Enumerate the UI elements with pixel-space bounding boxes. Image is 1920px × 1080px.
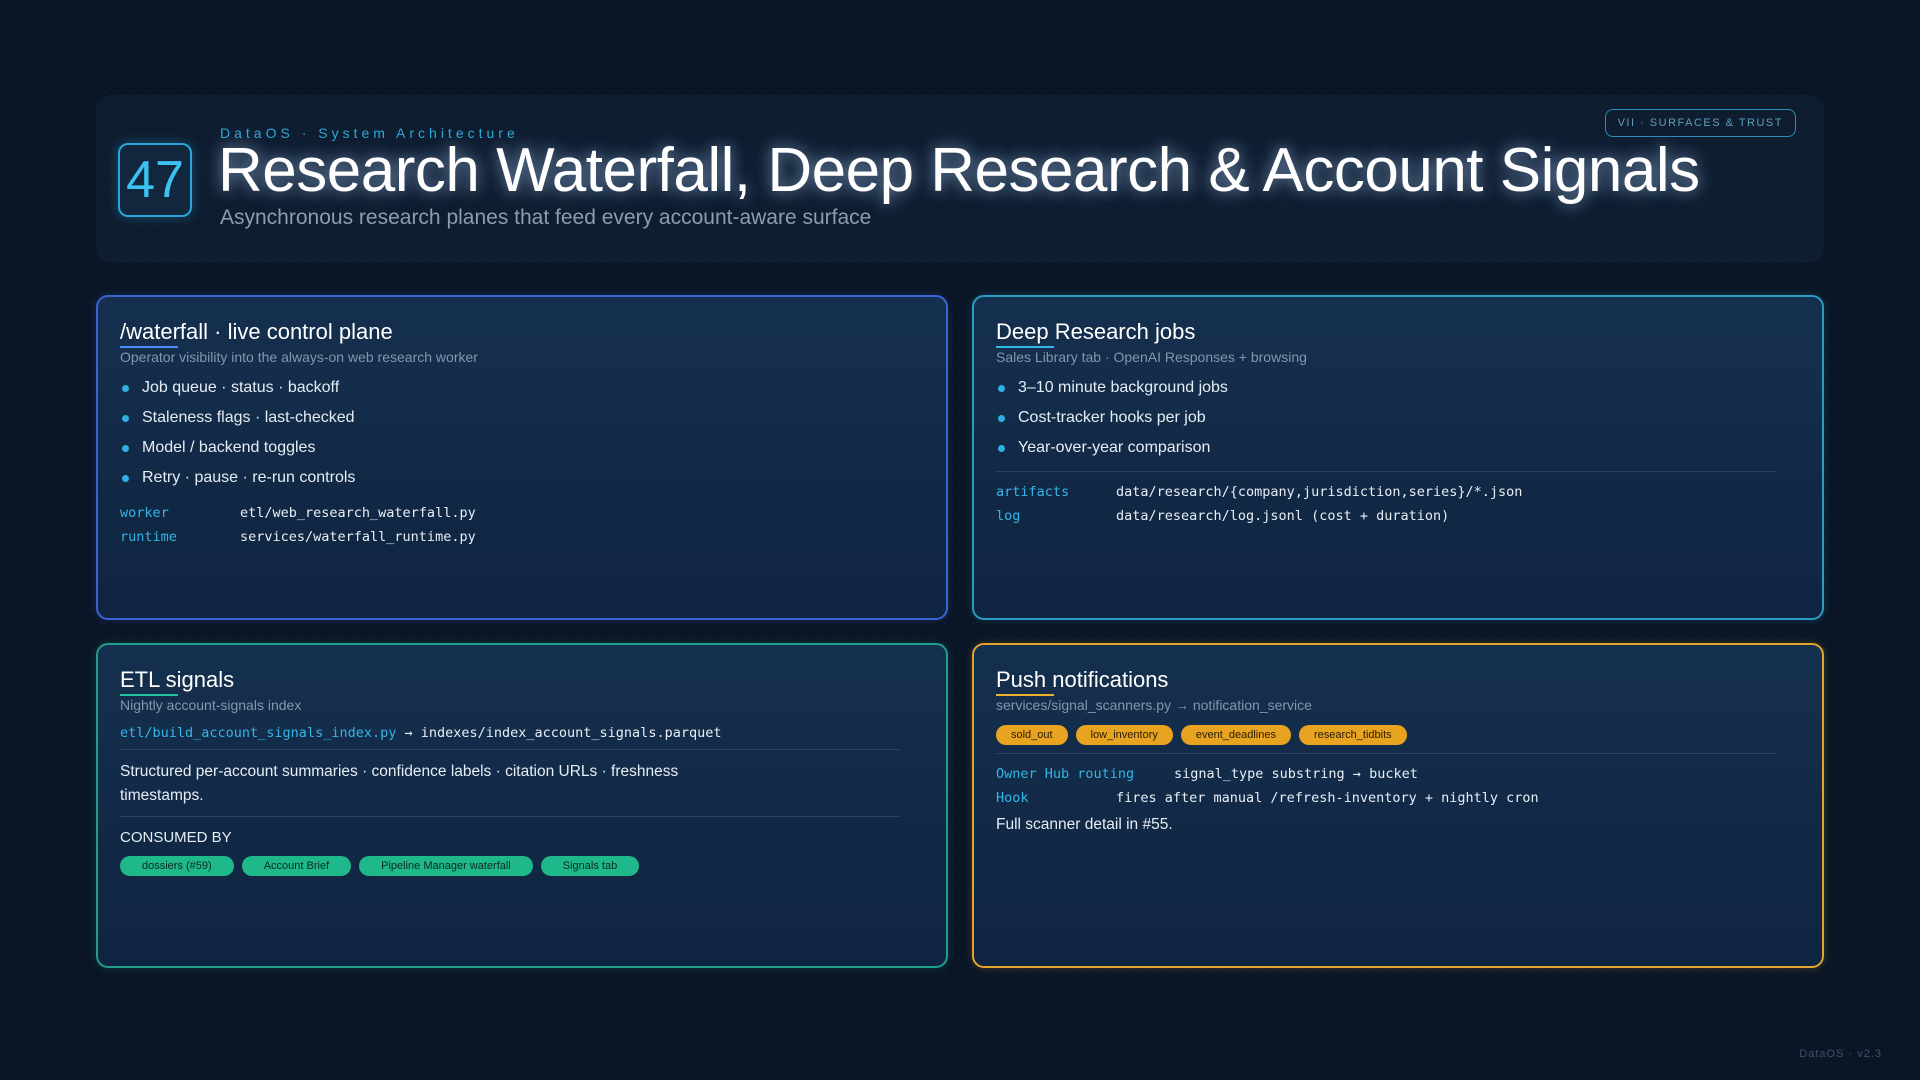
kv-value: fires after manual /refresh-inventory + … [1116,790,1539,806]
kv-key: runtime [120,529,177,545]
kv-key: worker [120,505,169,521]
signal-tag: research_tidbits [1298,725,1407,745]
consumer-tag: Signals tab [540,856,640,876]
note-text: Full scanner detail in #55. [996,816,1173,833]
signal-tags: sold_out low_inventory event_deadlines r… [996,725,1800,745]
deep-research-card: Deep Research jobs Sales Library tab · O… [972,295,1824,620]
card-title: Deep Research jobs [996,319,1196,348]
signal-tag: event_deadlines [1180,725,1291,745]
signal-tag: sold_out [996,725,1068,745]
kv-key: log [996,508,1021,524]
slide-header: 47 DataOS · System Architecture Research… [96,95,1824,263]
waterfall-card: /waterfall · live control plane Operator… [96,295,948,620]
kv-row: Hook fires after manual /refresh-invento… [996,786,1800,810]
source-path: etl/build_account_signals_index.py [120,725,397,741]
card-title: Push notifications [996,667,1169,696]
kv-row: artifacts data/research/{company,jurisdi… [996,480,1800,504]
index-path: etl/build_account_signals_index.py → ind… [120,725,924,741]
kv-value: data/research/log.jsonl (cost + duration… [1116,508,1450,524]
etl-signals-card: ETL signals Nightly account-signals inde… [96,643,948,968]
kv-row: worker etl/web_research_waterfall.py [120,501,924,525]
kv-value: signal_type substring → bucket [1174,766,1418,782]
key-value-list: worker etl/web_research_waterfall.py run… [120,501,924,549]
consumer-tag: Account Brief [241,856,352,876]
card-title: ETL signals [120,667,235,696]
list-item: Retry · pause · re-run controls [120,463,924,493]
kv-row: runtime services/waterfall_runtime.py [120,525,924,549]
consumed-by-label: CONSUMED BY [120,829,232,846]
kv-row: log data/research/log.jsonl (cost + dura… [996,504,1800,528]
signal-tag: low_inventory [1075,725,1173,745]
list-item: Cost-tracker hooks per job [996,403,1800,433]
card-subtitle: Nightly account-signals index [120,697,302,713]
list-item: Model / backend toggles [120,433,924,463]
bullet-list: Job queue · status · backoff Staleness f… [120,373,924,493]
list-item: Staleness flags · last-checked [120,403,924,433]
kv-key: artifacts [996,484,1070,500]
key-value-list: artifacts data/research/{company,jurisdi… [996,480,1800,528]
kv-value: services/waterfall_runtime.py [240,529,476,545]
list-item: 3–10 minute background jobs [996,373,1800,403]
footer-version: DataOS · v2.3 [1799,1048,1882,1060]
card-subtitle: Sales Library tab · OpenAI Responses + b… [996,349,1307,365]
list-item: Job queue · status · backoff [120,373,924,403]
divider [120,749,900,750]
push-notifications-card: Push notifications services/signal_scann… [972,643,1824,968]
kv-key: Hook [996,790,1029,806]
description-text: Structured per-account summaries · confi… [120,763,679,804]
card-subtitle: Operator visibility into the always-on w… [120,349,478,365]
slide-number: 47 [118,143,192,217]
page-title: Research Waterfall, Deep Research & Acco… [218,136,1700,205]
card-title: /waterfall · live control plane [120,319,393,348]
key-value-list: Owner Hub routing signal_type substring … [996,762,1800,810]
divider [996,753,1776,754]
destination-path: → indexes/index_account_signals.parquet [404,725,722,741]
divider [120,816,900,817]
kv-value: etl/web_research_waterfall.py [240,505,476,521]
consumer-tag: dossiers (#59) [120,856,234,876]
list-item: Year-over-year comparison [996,433,1800,463]
card-subtitle: services/signal_scanners.py → notificati… [996,697,1312,713]
bullet-list: 3–10 minute background jobs Cost-tracker… [996,373,1800,463]
consumer-tags: dossiers (#59) Account Brief Pipeline Ma… [120,856,924,876]
kv-key: Owner Hub routing [996,766,1135,782]
kv-value: data/research/{company,jurisdiction,seri… [1116,484,1523,500]
divider [996,471,1776,472]
kv-row: Owner Hub routing signal_type substring … [996,762,1800,786]
consumer-tag: Pipeline Manager waterfall [359,856,533,876]
page-subtitle: Asynchronous research planes that feed e… [220,206,872,229]
section-badge: VII · SURFACES & TRUST [1604,109,1796,137]
